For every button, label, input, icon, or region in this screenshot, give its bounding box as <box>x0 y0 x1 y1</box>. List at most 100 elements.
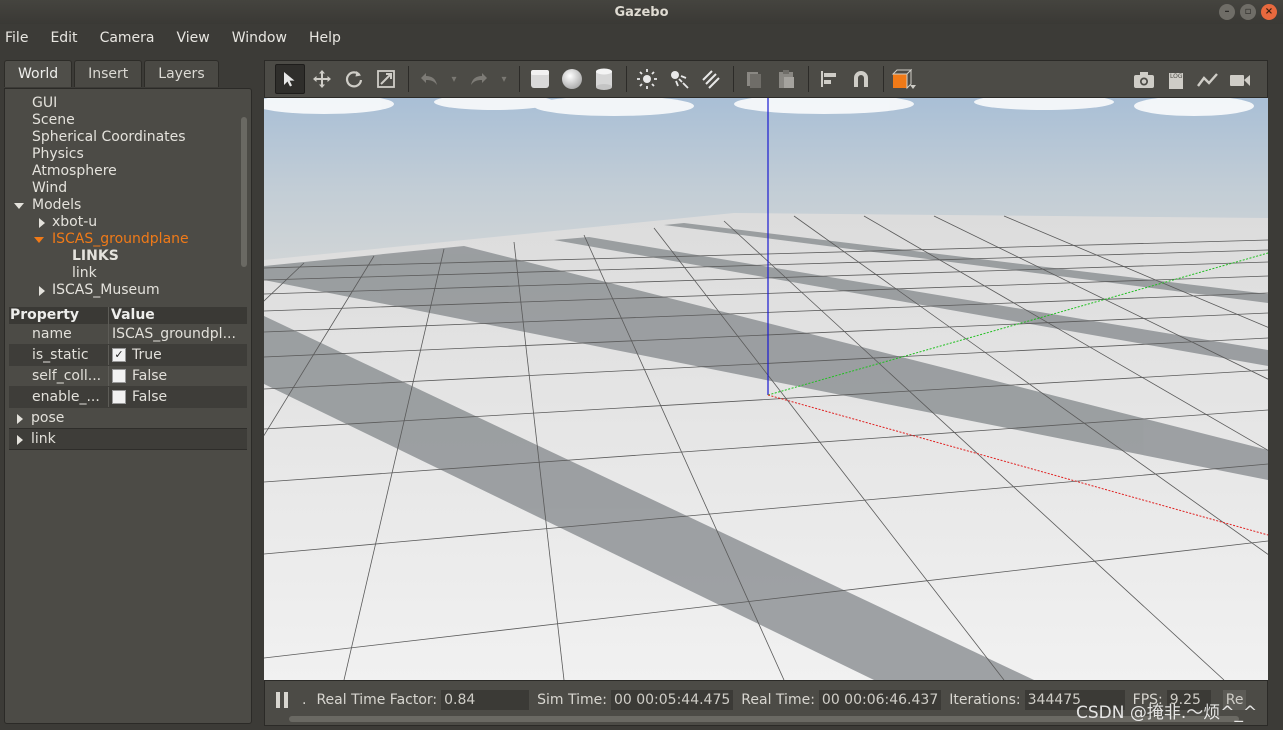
property-key: name <box>9 324 109 344</box>
real-time-factor-value: 0.84 <box>441 690 530 710</box>
align-icon[interactable] <box>814 64 844 94</box>
plot-icon[interactable] <box>1193 65 1223 95</box>
property-row-self-collide[interactable]: self_coll... False <box>9 366 247 387</box>
property-key: enable_... <box>9 387 109 407</box>
cylinder-icon[interactable] <box>589 64 619 94</box>
collapsed-arrow-icon[interactable] <box>17 414 23 424</box>
expanded-arrow-icon[interactable] <box>34 237 44 243</box>
sim-time-value: 00 00:05:44.475 <box>610 690 734 710</box>
menu-bar: File Edit Camera View Window Help <box>0 24 1283 52</box>
view-angle-icon[interactable] <box>889 64 919 94</box>
watermark: CSDN @掩非.～烦^_^ <box>1076 703 1258 723</box>
menu-window[interactable]: Window <box>232 30 287 46</box>
tree-item-label: xbot-u <box>52 214 98 230</box>
property-value: False <box>132 388 168 405</box>
translate-icon[interactable] <box>307 64 337 94</box>
menu-file[interactable]: File <box>5 30 28 46</box>
collapsed-arrow-icon[interactable] <box>39 218 45 228</box>
iterations-label: Iterations: <box>949 692 1021 708</box>
directional-light-icon[interactable] <box>696 64 726 94</box>
redo-history-icon[interactable]: ▾ <box>496 64 512 94</box>
tree-scrollbar[interactable] <box>241 117 247 267</box>
copy-icon[interactable] <box>739 64 769 94</box>
property-group-label: pose <box>31 410 65 426</box>
paste-icon[interactable] <box>771 64 801 94</box>
tree-item-xbot-u[interactable]: xbot-u <box>5 214 239 231</box>
real-time-value: 00 00:06:46.437 <box>818 690 942 710</box>
property-key: self_coll... <box>9 366 109 386</box>
tree-item-wind[interactable]: Wind <box>5 180 239 197</box>
tab-layers[interactable]: Layers <box>144 60 219 87</box>
value-column-header: Value <box>111 307 155 323</box>
collapsed-arrow-icon[interactable] <box>17 435 23 445</box>
window-title: Gazebo <box>614 4 669 20</box>
property-value: False <box>132 367 168 384</box>
checkbox-checked[interactable]: ✓ <box>112 348 126 362</box>
collapsed-arrow-icon[interactable] <box>39 286 45 296</box>
undo-icon[interactable] <box>414 64 444 94</box>
property-row-enable-wind[interactable]: enable_... False <box>9 387 247 408</box>
property-value[interactable]: ISCAS_groundpl... <box>112 324 236 344</box>
tree-item-scene[interactable]: Scene <box>5 112 239 129</box>
log-icon[interactable]: LOG <box>1161 65 1191 95</box>
property-table: Property Value name ISCAS_groundpl... is… <box>9 307 247 450</box>
minimize-button[interactable]: – <box>1219 4 1235 20</box>
tree-item-models[interactable]: Models <box>5 197 239 214</box>
tree-item-gui[interactable]: GUI <box>5 95 239 112</box>
tree-item-label: ISCAS_groundplane <box>52 231 189 247</box>
tree-item-link[interactable]: link <box>5 265 239 282</box>
panel-splitter[interactable] <box>256 60 262 730</box>
real-time-label: Real Time: <box>741 692 815 708</box>
pause-icon[interactable] <box>276 692 288 708</box>
scale-icon[interactable] <box>371 64 401 94</box>
scene-viewport[interactable] <box>264 98 1268 680</box>
world-tree: GUI Scene Spherical Coordinates Physics … <box>5 95 239 303</box>
property-group-link[interactable]: link <box>9 429 247 450</box>
property-value: True <box>132 346 162 363</box>
tree-item-label: ISCAS_Museum <box>52 282 160 298</box>
screenshot-icon[interactable] <box>1129 65 1159 95</box>
undo-history-icon[interactable]: ▾ <box>446 64 462 94</box>
point-light-icon[interactable] <box>632 64 662 94</box>
menu-view[interactable]: View <box>177 30 210 46</box>
redo-icon[interactable] <box>464 64 494 94</box>
tree-item-physics[interactable]: Physics <box>5 146 239 163</box>
maximize-button[interactable]: ▫ <box>1240 4 1256 20</box>
snap-icon[interactable] <box>846 64 876 94</box>
left-panel: World Insert Layers GUI Scene Spherical … <box>0 60 258 730</box>
world-panel: GUI Scene Spherical Coordinates Physics … <box>4 88 252 724</box>
svg-text:LOG: LOG <box>1170 73 1183 80</box>
tree-item-spherical-coordinates[interactable]: Spherical Coordinates <box>5 129 239 146</box>
step-label: . <box>302 692 307 708</box>
tree-item-links-header: LINKS <box>72 248 119 264</box>
property-table-header: Property Value <box>9 307 247 324</box>
tree-item-iscas-groundplane[interactable]: ISCAS_groundplane <box>5 231 239 248</box>
rotate-icon[interactable] <box>339 64 369 94</box>
property-group-label: link <box>31 431 56 447</box>
tab-world[interactable]: World <box>4 60 73 87</box>
tab-insert[interactable]: Insert <box>74 60 143 87</box>
tree-item-iscas-museum[interactable]: ISCAS_Museum <box>5 282 239 299</box>
menu-camera[interactable]: Camera <box>100 30 155 46</box>
box-icon[interactable] <box>525 64 555 94</box>
tree-item-atmosphere[interactable]: Atmosphere <box>5 163 239 180</box>
checkbox-unchecked[interactable] <box>112 369 126 383</box>
sphere-icon[interactable] <box>557 64 587 94</box>
title-bar: Gazebo – ▫ × <box>0 0 1283 24</box>
tree-item-label: Models <box>32 197 82 213</box>
real-time-factor-label: Real Time Factor: <box>316 692 438 708</box>
property-row-name[interactable]: name ISCAS_groundpl... <box>9 324 247 345</box>
scene-render <box>264 98 1268 680</box>
property-key: is_static <box>9 345 109 365</box>
video-record-icon[interactable] <box>1225 65 1255 95</box>
property-row-is-static[interactable]: is_static ✓ True <box>9 345 247 366</box>
property-group-pose[interactable]: pose <box>9 408 247 429</box>
menu-help[interactable]: Help <box>309 30 341 46</box>
close-button[interactable]: × <box>1261 4 1277 20</box>
spot-light-icon[interactable] <box>664 64 694 94</box>
checkbox-unchecked[interactable] <box>112 390 126 404</box>
left-tabs: World Insert Layers <box>4 60 221 88</box>
select-mode-icon[interactable] <box>275 64 305 94</box>
menu-edit[interactable]: Edit <box>50 30 77 46</box>
expanded-arrow-icon[interactable] <box>14 203 24 209</box>
